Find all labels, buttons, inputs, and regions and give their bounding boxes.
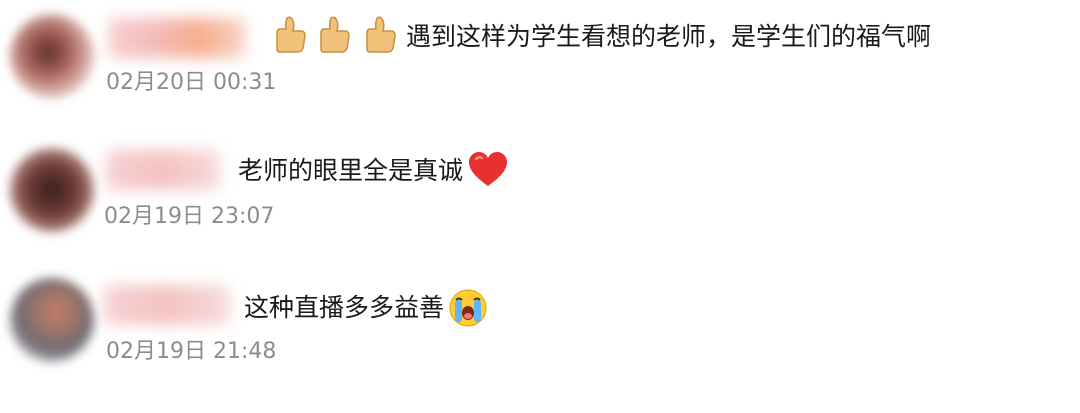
username[interactable]	[108, 18, 246, 58]
thumbs-up-icon	[366, 16, 396, 58]
comment-text: 遇到这样为学生看想的老师，是学生们的福气啊	[406, 22, 932, 51]
comment-text: 老师的眼里全是真诚	[238, 156, 464, 185]
thumbs-up-icon	[320, 16, 350, 58]
comment-item: 老师的眼里全是真诚 02月19日 23:07	[0, 130, 1080, 260]
avatar[interactable]	[10, 14, 94, 98]
comment-time: 02月19日 21:48	[106, 339, 277, 364]
thumbs-up-icon	[276, 16, 306, 58]
red-heart-icon	[468, 152, 508, 192]
comment-time: 02月19日 23:07	[104, 204, 275, 229]
avatar[interactable]	[10, 148, 94, 232]
username[interactable]	[104, 285, 230, 325]
comment-time: 02月20日 00:31	[106, 70, 277, 95]
comment-item: 这种直播多多益善 02月19日 21:48	[0, 260, 1080, 413]
username[interactable]	[106, 150, 220, 190]
comment-text: 这种直播多多益善	[244, 293, 445, 322]
loudly-crying-face-icon	[448, 288, 488, 332]
comment-item: 遇到这样为学生看想的老师，是学生们的福气啊 02月20日 00:31	[0, 0, 1080, 130]
avatar[interactable]	[10, 278, 94, 362]
